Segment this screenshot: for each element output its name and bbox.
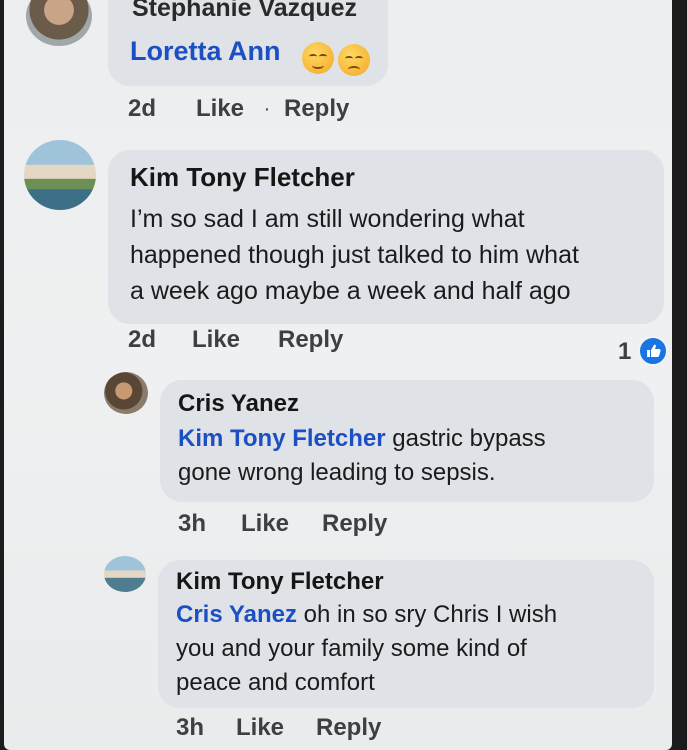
reply-link[interactable]: Reply — [284, 95, 349, 123]
comment-line: happened though just talked to him what — [130, 241, 579, 269]
sad-emoji — [338, 44, 370, 76]
reply-link[interactable]: Reply — [322, 510, 387, 538]
like-link[interactable]: Like — [241, 510, 289, 538]
mention-link[interactable]: Cris Yanez — [176, 601, 297, 628]
avatar[interactable] — [24, 140, 96, 210]
comment-author[interactable]: Stephanie Vazquez — [132, 0, 357, 23]
avatar[interactable] — [104, 372, 148, 414]
comment-line: gone wrong leading to sepsis. — [178, 459, 496, 486]
comment-author[interactable]: Cris Yanez — [178, 390, 299, 418]
comment-line: peace and comfort — [176, 669, 375, 696]
comment-thread: Stephanie Vazquez Loretta Ann 2d Like · … — [4, 0, 672, 750]
comment-actions: 2d Like · Reply — [128, 95, 448, 125]
avatar[interactable] — [26, 0, 92, 46]
comment-author[interactable]: Kim Tony Fletcher — [176, 568, 384, 596]
thumbs-up-icon[interactable] — [638, 336, 668, 366]
grimace-emoji — [302, 42, 334, 74]
like-link[interactable]: Like — [192, 326, 240, 354]
comment-time: 2d — [128, 326, 157, 353]
comment-text: Cris Yanez oh in so sry Chris I wish you… — [176, 598, 646, 700]
mention-link[interactable]: Kim Tony Fletcher — [178, 425, 386, 452]
reaction-count[interactable]: 1 — [618, 338, 631, 366]
comment-actions: 3h Like Reply — [178, 510, 478, 540]
comment-line: gastric bypass — [385, 425, 546, 452]
comment-text: I’m so sad I am still wondering what hap… — [130, 201, 660, 309]
reply-link[interactable]: Reply — [278, 326, 343, 354]
comment-time: 2d — [128, 95, 157, 122]
comment-actions: 3h Like Reply — [176, 714, 476, 744]
comment-line: oh in so sry Chris I wish — [296, 601, 558, 628]
like-link[interactable]: Like — [236, 714, 284, 742]
comment-actions: 2d Like Reply — [128, 326, 448, 356]
comment-line: I’m so sad I am still wondering what — [130, 205, 525, 233]
comment-line: a week ago maybe a week and half ago — [130, 277, 571, 305]
comment-text: Kim Tony Fletcher gastric bypass gone wr… — [178, 422, 648, 490]
comment-line: you and your family some kind of — [176, 635, 527, 662]
mention-link[interactable]: Loretta Ann — [130, 36, 281, 67]
comment-time: 3h — [176, 714, 205, 741]
separator-dot: · — [265, 101, 270, 117]
comment-time: 3h — [178, 510, 207, 537]
comment-author[interactable]: Kim Tony Fletcher — [130, 162, 355, 193]
avatar[interactable] — [104, 556, 146, 592]
like-link[interactable]: Like — [196, 95, 244, 123]
reply-link[interactable]: Reply — [316, 714, 381, 742]
